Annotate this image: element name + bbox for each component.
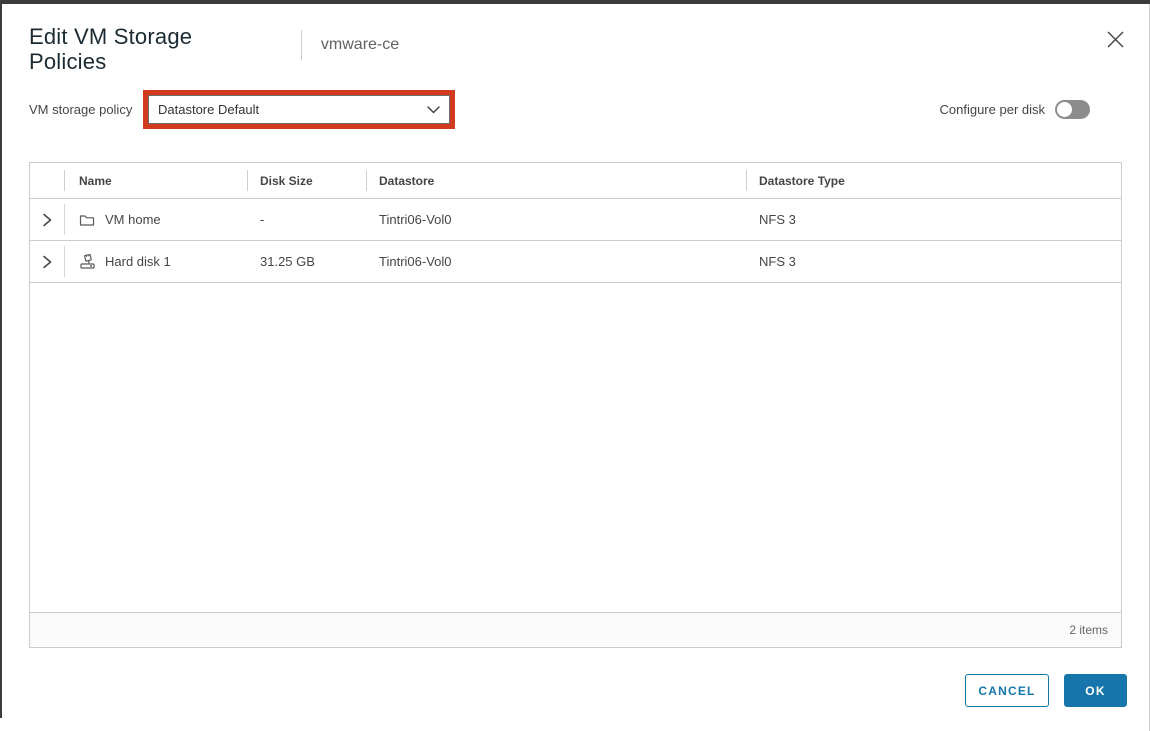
vm-storage-policy-label: VM storage policy (29, 102, 132, 117)
close-icon (1107, 31, 1124, 48)
close-button[interactable] (1104, 28, 1126, 50)
ok-button[interactable]: OK (1064, 674, 1127, 707)
title-divider (301, 30, 302, 60)
dialog-actions: CANCEL OK (965, 674, 1127, 707)
row-datastore: Tintri06-Vol0 (366, 199, 746, 240)
header-datastore: Datastore (366, 163, 746, 198)
table-header-row: Name Disk Size Datastore Datastore Type (30, 163, 1121, 199)
configure-per-disk-toggle[interactable] (1055, 100, 1090, 119)
row-disk-size: - (247, 199, 366, 240)
row-datastore: Tintri06-Vol0 (366, 241, 746, 282)
vm-storage-policy-select[interactable]: Datastore Default (148, 95, 450, 124)
folder-icon (79, 213, 96, 227)
window-frame-top (0, 0, 1150, 4)
cancel-button[interactable]: CANCEL (965, 674, 1049, 707)
header-datastore-type: Datastore Type (746, 163, 1121, 198)
vm-name-subtitle: vmware-ce (321, 36, 399, 54)
item-count: 2 items (1069, 623, 1108, 637)
table-row-vm-home[interactable]: VM home - Tintri06-Vol0 NFS 3 (30, 199, 1121, 241)
expand-row-button[interactable] (34, 207, 60, 233)
row-name: Hard disk 1 (105, 254, 171, 269)
dialog-header: Edit VM Storage Policies vmware-ce (29, 24, 1126, 74)
dialog-title: Edit VM Storage Policies (29, 24, 269, 74)
selected-policy-value: Datastore Default (158, 102, 259, 117)
table-footer: 2 items (30, 612, 1121, 647)
table-row-hard-disk-1[interactable]: Hard disk 1 31.25 GB Tintri06-Vol0 NFS 3 (30, 241, 1121, 283)
configure-per-disk-label: Configure per disk (940, 102, 1046, 117)
table-empty-area (30, 283, 1121, 612)
row-datastore-type: NFS 3 (746, 199, 1121, 240)
header-disk-size: Disk Size (247, 163, 366, 198)
red-highlight-annotation: Datastore Default (143, 90, 455, 129)
policy-row: VM storage policy Datastore Default Conf… (29, 90, 1122, 130)
header-name: Name (64, 163, 247, 198)
hard-disk-icon (79, 253, 96, 270)
row-disk-size: 31.25 GB (247, 241, 366, 282)
header-expand-column (30, 163, 64, 198)
expand-row-button[interactable] (34, 249, 60, 275)
caret-right-icon (39, 254, 55, 270)
storage-policy-table: Name Disk Size Datastore Datastore Type … (29, 162, 1122, 648)
row-name: VM home (105, 212, 161, 227)
dropdown-chevron-icon (427, 106, 440, 114)
caret-right-icon (39, 212, 55, 228)
row-datastore-type: NFS 3 (746, 241, 1121, 282)
toggle-knob (1057, 102, 1072, 117)
window-frame-left (0, 0, 2, 718)
configure-per-disk-control: Configure per disk (940, 100, 1091, 119)
